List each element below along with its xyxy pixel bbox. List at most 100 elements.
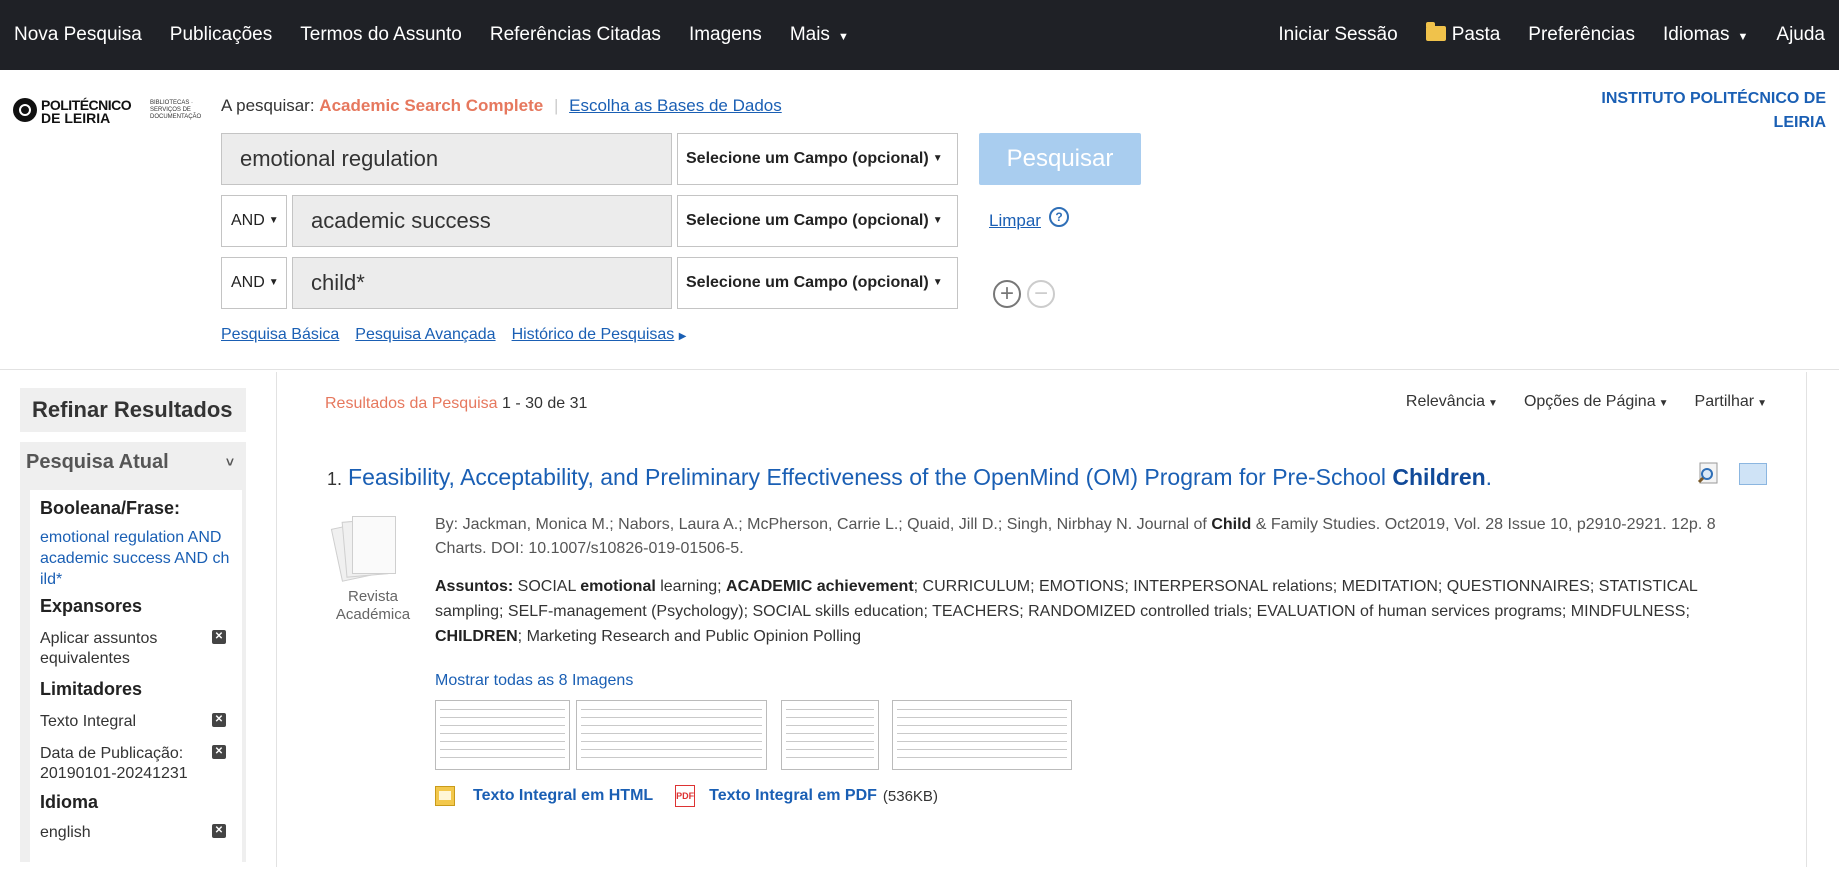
nav-folder[interactable]: Pasta xyxy=(1425,22,1500,46)
nav-languages-label: Idiomas xyxy=(1662,24,1730,45)
search-term-input-3[interactable]: child* xyxy=(292,257,672,309)
nav-sign-in[interactable]: Iniciar Sessão xyxy=(1278,24,1397,46)
boolean-phrase-heading: Booleana/Frase: xyxy=(40,498,181,518)
search-mode-links: Pesquisa Básica Pesquisa Avançada Histór… xyxy=(221,326,686,344)
fulltext-html-link[interactable]: Texto Integral em HTML xyxy=(473,787,653,805)
refine-results-heading: Refinar Resultados xyxy=(20,388,246,432)
meta-authors-source: By: Jackman, Monica M.; Nabors, Laura A.… xyxy=(435,516,1212,533)
field-select-1[interactable]: Selecione um Campo (opcional) ▼ xyxy=(677,133,958,185)
nav-cited-references[interactable]: Referências Citadas xyxy=(490,24,661,46)
boolean-operator-select-2[interactable]: AND ▼ xyxy=(221,195,287,247)
search-term-input-1[interactable]: emotional regulation xyxy=(221,133,672,185)
caret-down-icon: ▼ xyxy=(1737,31,1749,43)
nav-images[interactable]: Imagens xyxy=(689,24,762,46)
preview-magnifier-icon[interactable] xyxy=(1697,461,1721,485)
meta-highlight: Child xyxy=(1211,516,1252,533)
top-navigation-bar: Nova Pesquisa Publicações Termos do Assu… xyxy=(0,0,1839,70)
share-label: Partilhar xyxy=(1694,393,1755,410)
nav-languages[interactable]: Idiomas ▼ xyxy=(1663,24,1748,46)
document-type-label: Revista Académica xyxy=(335,588,411,623)
field-select-label: Selecione um Campo (opcional) xyxy=(686,274,929,291)
caret-down-icon: ▼ xyxy=(1658,398,1669,409)
search-term-input-2[interactable]: academic success xyxy=(292,195,672,247)
boolean-query-link[interactable]: emotional regulation AND academic succes… xyxy=(40,527,232,590)
limiter-item: Data de Publicação: 20190101-20241231 ✕ xyxy=(40,744,232,784)
caret-down-icon: ▼ xyxy=(268,215,279,226)
institution-logo[interactable]: POLITÉCNICO DE LEIRIA BIBLIOTECAS · SERV… xyxy=(13,95,203,126)
boolean-operator-label: AND xyxy=(231,212,265,229)
caret-down-icon: ▼ xyxy=(1488,398,1498,409)
choose-databases-link[interactable]: Escolha as Bases de Dados xyxy=(569,96,782,115)
subjects-label: Assuntos: xyxy=(435,578,514,595)
remove-row-minus-icon[interactable]: − xyxy=(1027,280,1055,308)
expanders-heading: Expansores xyxy=(40,596,143,616)
remove-x-icon[interactable]: ✕ xyxy=(212,713,226,727)
result-title-text: Feasibility, Acceptability, and Prelimin… xyxy=(348,464,1393,490)
nav-publications[interactable]: Publicações xyxy=(170,24,272,46)
caret-down-icon: ▼ xyxy=(837,31,849,43)
remove-x-icon[interactable]: ✕ xyxy=(212,745,226,759)
pdf-size: (536KB) xyxy=(882,787,938,805)
sort-relevance-dropdown[interactable]: Relevância ▼ xyxy=(1406,393,1498,411)
sort-label: Relevância xyxy=(1405,393,1486,410)
nav-more-label: Mais xyxy=(789,24,830,45)
nav-new-search[interactable]: Nova Pesquisa xyxy=(14,24,142,46)
subjects-text: learning; xyxy=(655,578,727,595)
html-document-icon xyxy=(435,786,455,806)
expander-item: Aplicar assuntos equivalentes ✕ xyxy=(40,629,232,669)
limiter-item: Texto Integral ✕ xyxy=(40,712,232,732)
fulltext-links: Texto Integral em HTML PDF Texto Integra… xyxy=(435,785,938,807)
page-options-dropdown[interactable]: Opções de Página ▼ xyxy=(1524,393,1669,411)
field-select-3[interactable]: Selecione um Campo (opcional) ▼ xyxy=(677,257,958,309)
add-row-plus-icon[interactable]: + xyxy=(993,280,1021,308)
boolean-operator-select-3[interactable]: AND ▼ xyxy=(221,257,287,309)
language-item: english ✕ xyxy=(40,823,232,843)
image-thumbnail-3[interactable] xyxy=(781,700,879,770)
subjects-text: SOCIAL xyxy=(513,578,581,595)
image-thumbnail-2[interactable] xyxy=(576,700,767,770)
field-select-label: Selecione um Campo (opcional) xyxy=(686,150,929,167)
share-dropdown[interactable]: Partilhar ▼ xyxy=(1695,393,1767,411)
right-divider xyxy=(1806,372,1807,867)
add-to-folder-icon[interactable] xyxy=(1739,463,1767,485)
expander-label: Aplicar assuntos equivalentes xyxy=(40,630,158,667)
nav-preferences[interactable]: Preferências xyxy=(1528,24,1635,46)
searching-prefix: A pesquisar: xyxy=(221,96,315,115)
search-history-item[interactable]: Histórico de Pesquisas ▶ xyxy=(512,326,687,344)
caret-down-icon: ▼ xyxy=(932,215,943,226)
current-search-title: Pesquisa Atual xyxy=(26,451,169,473)
nav-help[interactable]: Ajuda xyxy=(1776,24,1825,46)
current-search-panel: Booleana/Frase: emotional regulation AND… xyxy=(20,482,246,870)
current-search-header[interactable]: Pesquisa Atual ˅ xyxy=(20,442,246,482)
advanced-search-link[interactable]: Pesquisa Avançada xyxy=(355,326,495,344)
limiter-label: Texto Integral xyxy=(40,713,137,730)
remove-x-icon[interactable]: ✕ xyxy=(212,630,226,644)
paper-sheet xyxy=(352,516,396,574)
logo-text-line2: DE LEIRIA xyxy=(41,110,111,126)
searching-database-line: A pesquisar: Academic Search Complete | … xyxy=(221,96,782,116)
nav-subject-terms[interactable]: Termos do Assunto xyxy=(300,24,462,46)
results-summary-label: Resultados da Pesquisa xyxy=(325,395,498,412)
fulltext-pdf-link[interactable]: Texto Integral em PDF xyxy=(709,787,877,805)
search-button[interactable]: Pesquisar xyxy=(979,133,1141,185)
separator: | xyxy=(553,96,559,115)
basic-search-link[interactable]: Pesquisa Básica xyxy=(221,326,339,344)
clear-link[interactable]: Limpar xyxy=(989,211,1041,231)
database-name: Academic Search Complete xyxy=(319,96,544,115)
sidebar-divider xyxy=(276,372,277,867)
remove-x-icon[interactable]: ✕ xyxy=(212,824,226,838)
subjects-highlight: CHILDREN xyxy=(435,628,518,645)
image-thumbnail-4[interactable] xyxy=(892,700,1072,770)
show-all-images-link[interactable]: Mostrar todas as 8 Imagens xyxy=(435,672,633,690)
help-icon[interactable]: ? xyxy=(1049,207,1069,227)
field-select-2[interactable]: Selecione um Campo (opcional) ▼ xyxy=(677,195,958,247)
pdf-icon: PDF xyxy=(675,785,696,807)
nav-more[interactable]: Mais ▼ xyxy=(790,24,849,46)
image-thumbnail-1[interactable] xyxy=(435,700,570,770)
triangle-right-icon: ▶ xyxy=(678,331,687,342)
caret-down-icon: ▼ xyxy=(932,153,943,164)
result-title-link[interactable]: 1. Feasibility, Acceptability, and Prelim… xyxy=(327,464,1492,491)
caret-down-icon: ▼ xyxy=(1757,398,1767,409)
search-history-link[interactable]: Histórico de Pesquisas xyxy=(512,326,675,343)
field-select-label: Selecione um Campo (opcional) xyxy=(686,212,929,229)
